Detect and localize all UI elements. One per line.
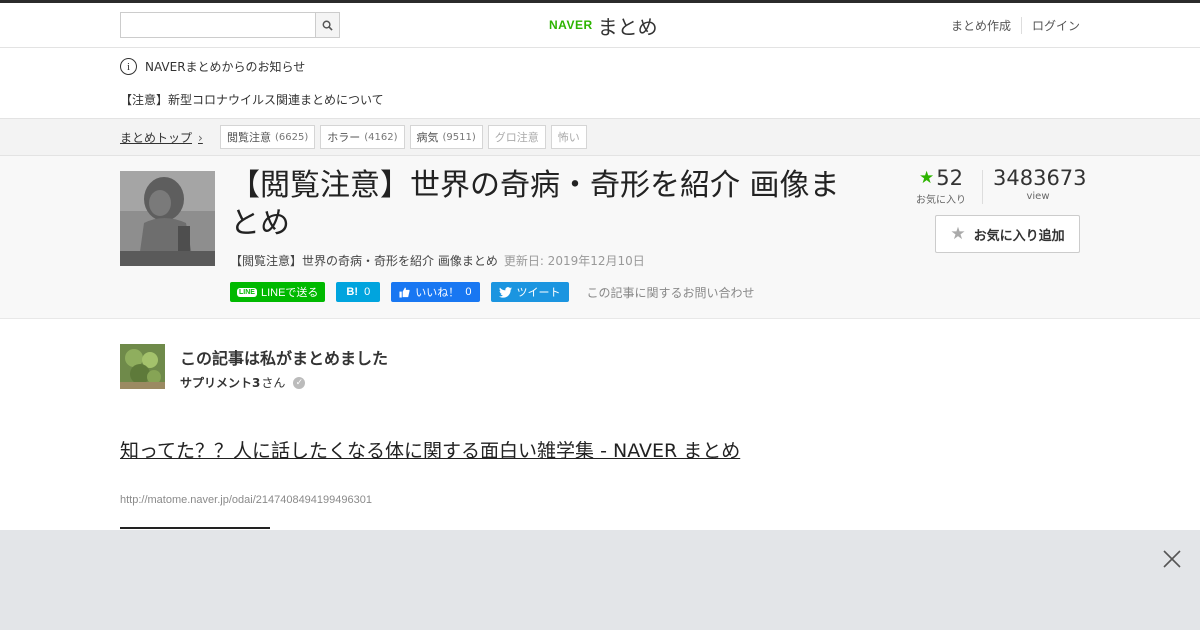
hatena-icon: B! — [346, 286, 359, 298]
twitter-bird-icon — [498, 286, 512, 298]
stat-divider — [982, 170, 983, 204]
notice-header: i NAVERまとめからのお知らせ — [120, 58, 305, 75]
views-count: 3483673 — [993, 166, 1087, 190]
add-favorite-button[interactable]: ★ お気に入り追加 — [935, 215, 1080, 253]
breadcrumb-top-link[interactable]: まとめトップ › — [120, 129, 203, 146]
info-icon: i — [120, 58, 137, 75]
article-title: 【閲覧注意】世界の奇病・奇形を紹介 画像まとめ — [230, 168, 840, 241]
favorites-count: 52 — [936, 166, 963, 190]
updated-date: 更新日: 2019年12月10日 — [503, 254, 645, 268]
site-header: NAVER まとめ まとめ作成 ログイン — [0, 3, 1200, 48]
tag-label: 怖い — [557, 131, 580, 144]
line-icon: LINE — [237, 287, 257, 297]
tag-count: (4162) — [364, 131, 398, 143]
views-label: view — [1026, 191, 1050, 202]
line-share-label: LINEで送る — [260, 287, 319, 299]
search-icon — [322, 20, 333, 31]
search-input[interactable] — [121, 13, 315, 37]
search-button[interactable] — [315, 13, 339, 37]
hatena-count: 0 — [364, 286, 371, 298]
tag-item[interactable]: ホラー (4162) — [320, 125, 405, 149]
article-header: 【閲覧注意】世界の奇病・奇形を紹介 画像まとめ 【閲覧注意】世界の奇病・奇形を紹… — [0, 156, 1200, 319]
thumbs-up-icon — [399, 286, 410, 298]
star-outline-icon: ★ — [950, 224, 966, 244]
line-share-button[interactable]: LINE LINEで送る — [230, 282, 326, 302]
logo-matome: まとめ — [597, 14, 658, 39]
tag-count: (9511) — [442, 131, 476, 143]
favorites-label: お気に入り — [916, 195, 966, 206]
notice-title: NAVERまとめからのお知らせ — [145, 60, 306, 74]
close-icon[interactable] — [1163, 550, 1181, 568]
tag-item[interactable]: グロ注意 — [487, 125, 546, 149]
facebook-like-button[interactable]: いいね！ 0 — [391, 282, 480, 302]
facebook-like-label: いいね！ — [415, 287, 460, 299]
views-stat: 3483673 view — [993, 166, 1087, 202]
notice-item-link[interactable]: 【注意】新型コロナウイルス関連まとめについて — [120, 91, 384, 108]
verified-check-icon: ✓ — [293, 376, 306, 389]
tag-count: (6625) — [275, 131, 309, 143]
related-link-title[interactable]: 知ってた？？人に話したくなる体に関する面白い雑学集 - NAVER まとめ — [120, 438, 760, 465]
breadcrumb-top-label: まとめトップ — [120, 131, 193, 145]
related-link-url[interactable]: http://matome.naver.jp/odai/214740849419… — [120, 494, 372, 506]
article-description: 【閲覧注意】世界の奇病・奇形を紹介 画像まとめ — [230, 254, 498, 268]
author-avatar[interactable] — [120, 344, 165, 389]
hatena-bookmark-button[interactable]: B! 0 — [336, 282, 381, 302]
breadcrumb-bar: まとめトップ › 閲覧注意 (6625) ホラー (4162) 病気 (9511) グ… — [0, 118, 1200, 156]
author-name[interactable]: サプリメント3 さん ✓ — [180, 374, 306, 391]
favorites-stat: ★ 52 お気に入り — [910, 166, 972, 206]
tag-label: 病気 — [416, 131, 439, 144]
article-thumbnail[interactable] — [120, 171, 215, 266]
contact-link[interactable]: この記事に関するお問い合わせ — [587, 284, 755, 301]
search-box — [120, 12, 340, 38]
tag-item[interactable]: 病気 (9511) — [409, 125, 483, 149]
author-suffix: さん — [261, 376, 286, 390]
tag-label: 閲覧注意 — [227, 131, 271, 144]
tag-label: ホラー — [327, 131, 361, 144]
chevron-right-icon: › — [198, 130, 203, 145]
social-share-bar: LINE LINEで送る B! 0 いいね！ 0 ツイート この記事に関するお問い… — [230, 282, 755, 302]
header-nav: まとめ作成 ログイン — [941, 17, 1080, 34]
ad-banner — [0, 530, 1200, 630]
tag-item[interactable]: 閲覧注意 (6625) — [220, 125, 316, 149]
facebook-like-count: 0 — [465, 286, 472, 298]
tweet-button[interactable]: ツイート — [490, 282, 569, 302]
login-link[interactable]: ログイン — [1020, 17, 1080, 34]
author-heading: この記事は私がまとめました — [180, 349, 389, 368]
logo-naver: NAVER — [549, 18, 593, 32]
tag-item[interactable]: 怖い — [550, 125, 587, 149]
tag-list: 閲覧注意 (6625) ホラー (4162) 病気 (9511) グロ注意 怖い — [220, 125, 587, 149]
author-username: サプリメント3 — [180, 376, 261, 390]
star-icon: ★ — [919, 168, 935, 188]
create-matome-link[interactable]: まとめ作成 — [941, 17, 1021, 34]
section-divider — [120, 527, 270, 529]
site-logo[interactable]: NAVER まとめ — [549, 11, 658, 39]
tweet-label: ツイート — [516, 287, 561, 299]
tag-label: グロ注意 — [494, 131, 539, 144]
article-subtitle: 【閲覧注意】世界の奇病・奇形を紹介 画像まとめ 更新日: 2019年12月10日 — [230, 252, 645, 269]
add-favorite-label: お気に入り追加 — [973, 228, 1065, 244]
